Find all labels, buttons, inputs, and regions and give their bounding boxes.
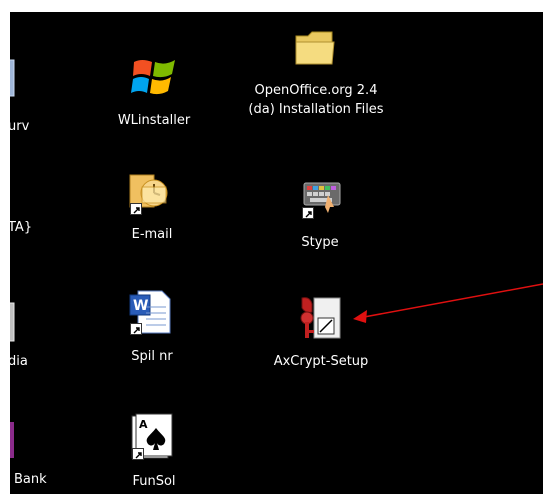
desktop-icon-spil-nr[interactable]: W bbox=[126, 287, 174, 337]
desktop: urv TA} dia Bank WLinstaller E-mail W Sp… bbox=[10, 12, 543, 494]
desktop-icon-label-funsol: FunSol bbox=[132, 474, 176, 489]
shortcut-arrow-icon bbox=[302, 207, 314, 219]
desktop-icon-label-openoffice-line2: (da) Installation Files bbox=[248, 102, 384, 117]
bank-icon bbox=[10, 422, 14, 458]
desktop-icon-stype[interactable] bbox=[298, 177, 346, 223]
desktop-icon-axcrypt-setup[interactable] bbox=[296, 294, 348, 346]
desktop-icon-label-spil-nr: Spil nr bbox=[131, 349, 173, 364]
desktop-icon-label-dia: dia bbox=[10, 354, 28, 369]
desktop-icon-label-urv: urv bbox=[10, 119, 30, 134]
svg-text:A: A bbox=[139, 418, 148, 431]
document-icon bbox=[10, 59, 15, 97]
desktop-icon-label-email: E-mail bbox=[131, 227, 173, 242]
folder-icon bbox=[295, 31, 335, 65]
desktop-icon-label-bank: Bank bbox=[14, 472, 47, 487]
desktop-icon-wlinstaller[interactable] bbox=[130, 52, 178, 100]
document-icon bbox=[10, 302, 15, 342]
desktop-icon-email[interactable] bbox=[124, 167, 176, 215]
desktop-icon-label-wlinstaller: WLinstaller bbox=[117, 113, 191, 128]
desktop-icon-label-ta: TA} bbox=[10, 220, 33, 235]
desktop-icon-label-stype: Stype bbox=[301, 235, 339, 250]
svg-text:W: W bbox=[133, 298, 148, 314]
partial-icon-4[interactable] bbox=[10, 420, 18, 460]
desktop-icon-funsol[interactable]: A bbox=[128, 412, 178, 462]
shortcut-arrow-icon bbox=[130, 203, 142, 215]
desktop-icon-label-openoffice-line1: OpenOffice.org 2.4 bbox=[254, 83, 378, 98]
desktop-icon-label-axcrypt-setup: AxCrypt-Setup bbox=[273, 354, 369, 369]
windows-logo-icon bbox=[131, 60, 175, 95]
axcrypt-installer-icon bbox=[300, 297, 341, 339]
shortcut-arrow-icon bbox=[132, 448, 144, 460]
shortcut-arrow-icon bbox=[130, 323, 142, 335]
partial-icon-3[interactable] bbox=[10, 297, 18, 347]
partial-icon-1[interactable] bbox=[10, 52, 18, 104]
desktop-icon-openoffice-folder[interactable] bbox=[292, 26, 338, 70]
